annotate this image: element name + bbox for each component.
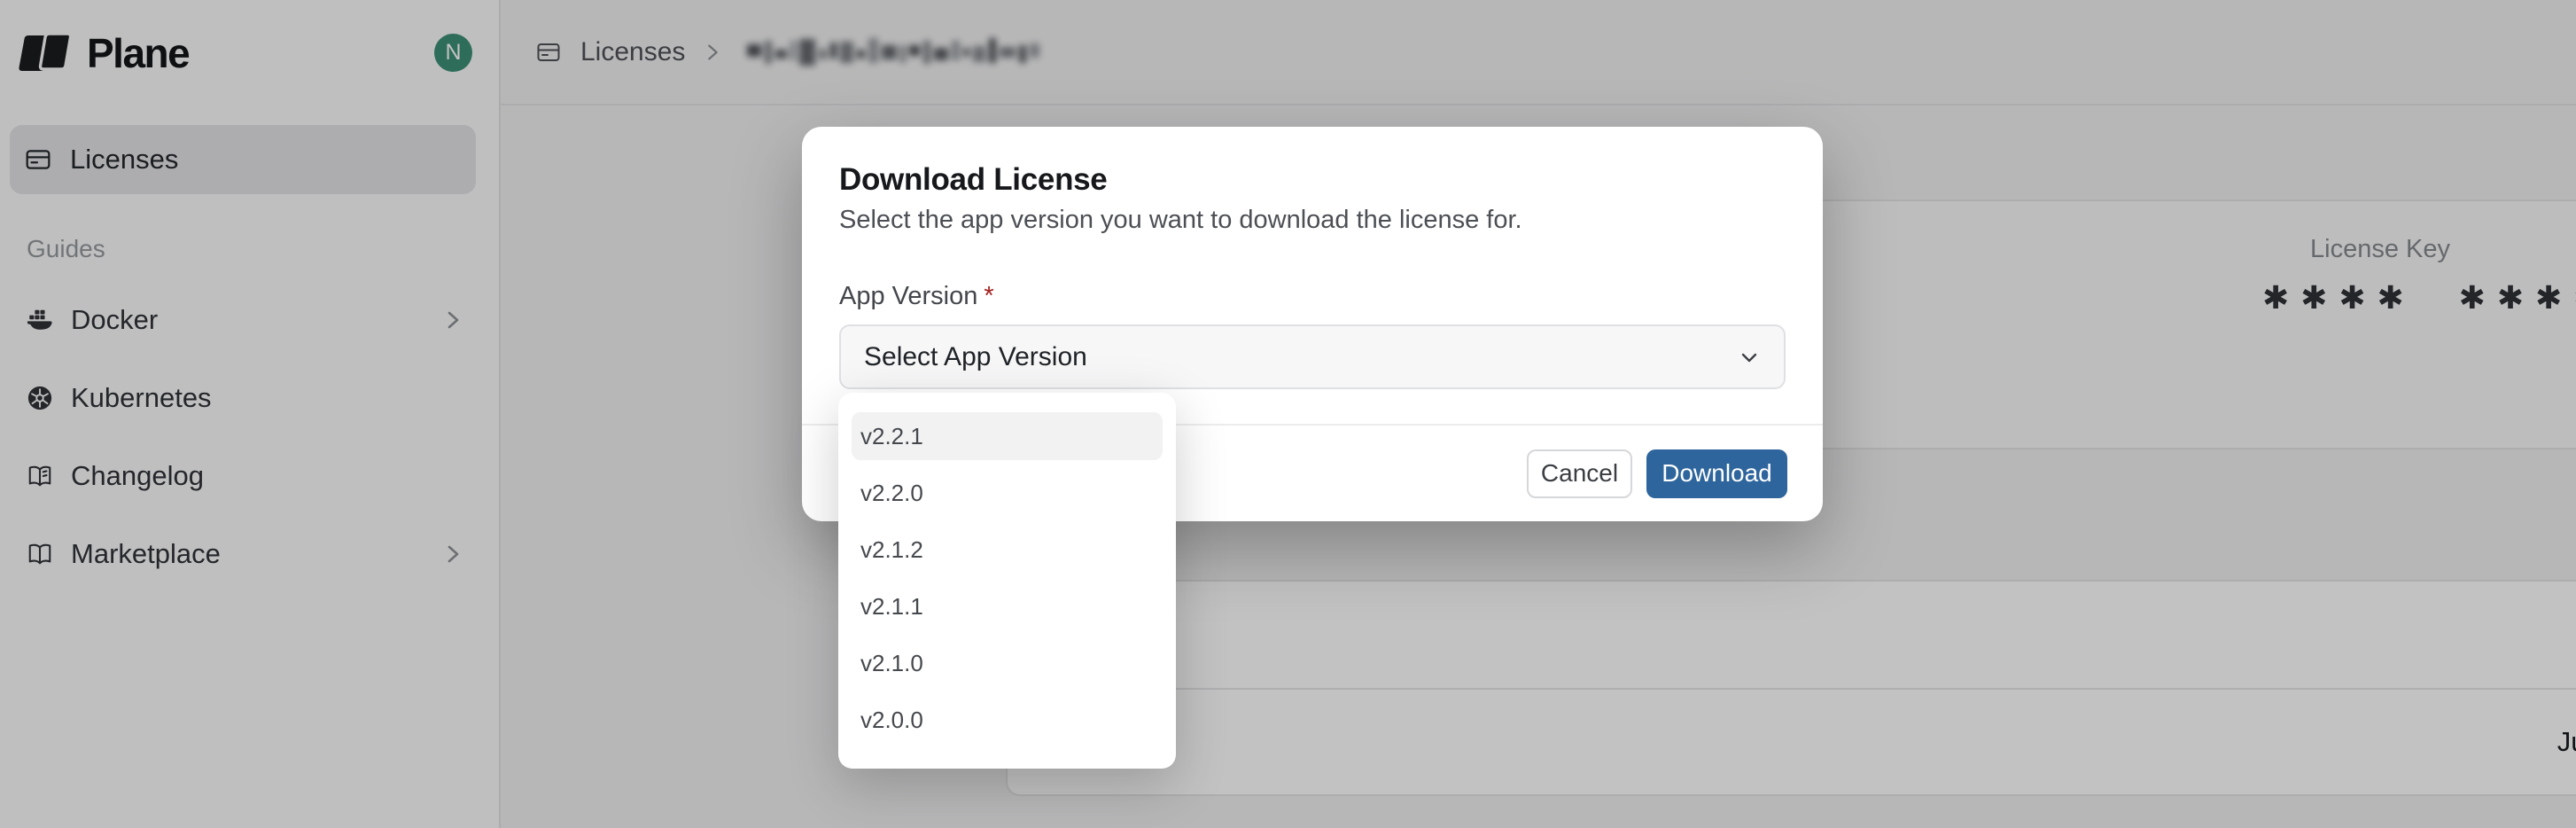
app-version-dropdown: v2.2.1 v2.2.0 v2.1.2 v2.1.1 v2.1.0 v2.0.… (838, 393, 1176, 769)
download-button[interactable]: Download (1646, 449, 1787, 498)
version-option[interactable]: v2.2.0 (852, 469, 1163, 517)
modal-subtitle: Select the app version you want to downl… (839, 207, 1786, 233)
select-placeholder: Select App Version (864, 342, 1087, 372)
chevron-down-icon (1738, 346, 1761, 369)
version-option[interactable]: v2.0.0 (852, 696, 1163, 744)
modal-title: Download License (839, 164, 1786, 196)
app-root: Plane N Licenses Guides (0, 0, 2576, 828)
version-option[interactable]: v2.1.2 (852, 526, 1163, 574)
app-version-select[interactable]: Select App Version (839, 324, 1786, 389)
app-version-label: App Version* (839, 283, 1786, 309)
version-option[interactable]: v2.1.0 (852, 639, 1163, 687)
version-option[interactable]: v2.2.1 (852, 412, 1163, 460)
required-marker: * (984, 282, 993, 310)
version-option[interactable]: v2.1.1 (852, 582, 1163, 630)
cancel-button[interactable]: Cancel (1527, 449, 1632, 498)
